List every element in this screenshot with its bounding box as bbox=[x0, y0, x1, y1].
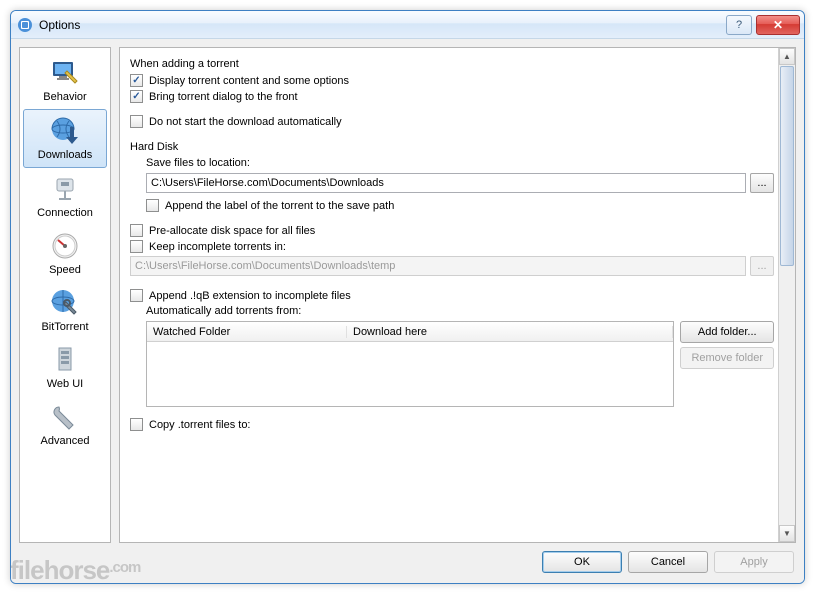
cancel-button[interactable]: Cancel bbox=[628, 551, 708, 573]
checkbox-display-content[interactable]: ✓ bbox=[130, 74, 143, 87]
ok-button[interactable]: OK bbox=[542, 551, 622, 573]
label-display-content: Display torrent content and some options bbox=[149, 75, 349, 87]
scroll-up-icon[interactable]: ▲ bbox=[779, 48, 795, 65]
monitor-wrench-icon bbox=[49, 57, 81, 89]
sidebar-item-label: BitTorrent bbox=[41, 321, 88, 333]
sidebar-item-label: Web UI bbox=[47, 378, 83, 390]
globe-download-icon bbox=[49, 115, 81, 147]
checkbox-append-qb[interactable] bbox=[130, 289, 143, 302]
checkbox-do-not-start[interactable] bbox=[130, 115, 143, 128]
gauge-icon bbox=[49, 230, 81, 262]
add-folder-button[interactable]: Add folder... bbox=[680, 321, 774, 343]
help-button[interactable]: ? bbox=[726, 15, 752, 35]
sidebar-item-advanced[interactable]: Advanced bbox=[23, 396, 107, 453]
sidebar-item-webui[interactable]: Web UI bbox=[23, 339, 107, 396]
browse-incomplete-button: ... bbox=[750, 256, 774, 276]
sidebar-item-label: Downloads bbox=[38, 149, 92, 161]
label-do-not-start: Do not start the download automatically bbox=[149, 116, 342, 128]
sidebar-item-behavior[interactable]: Behavior bbox=[23, 52, 107, 109]
sidebar-item-bittorrent[interactable]: BitTorrent bbox=[23, 282, 107, 339]
label-copy-torrent: Copy .torrent files to: bbox=[149, 419, 251, 431]
client-area: Behavior Downloads bbox=[11, 39, 804, 583]
dialog-footer: OK Cancel Apply bbox=[19, 543, 796, 575]
globe-wrench-icon bbox=[49, 287, 81, 319]
watched-folders-table[interactable]: Watched Folder Download here bbox=[146, 321, 674, 407]
input-incomplete-path: C:\Users\FileHorse.com\Documents\Downloa… bbox=[130, 256, 746, 276]
sidebar-item-label: Behavior bbox=[43, 91, 86, 103]
content-panel: When adding a torrent ✓ Display torrent … bbox=[119, 47, 796, 543]
category-sidebar: Behavior Downloads bbox=[19, 47, 111, 543]
content-scrollbar[interactable]: ▲ ▼ bbox=[778, 48, 795, 542]
options-window: Options ? ✕ Behavi bbox=[10, 10, 805, 584]
label-keep-incomplete: Keep incomplete torrents in: bbox=[149, 241, 286, 253]
close-button[interactable]: ✕ bbox=[756, 15, 800, 35]
apply-button: Apply bbox=[714, 551, 794, 573]
checkbox-append-label[interactable] bbox=[146, 199, 159, 212]
window-title: Options bbox=[39, 18, 80, 32]
input-save-location[interactable]: C:\Users\FileHorse.com\Documents\Downloa… bbox=[146, 173, 746, 193]
scroll-down-icon[interactable]: ▼ bbox=[779, 525, 795, 542]
sidebar-item-speed[interactable]: Speed bbox=[23, 225, 107, 282]
wrench-icon bbox=[49, 401, 81, 433]
label-auto-add: Automatically add torrents from: bbox=[146, 305, 774, 317]
sidebar-item-label: Speed bbox=[49, 264, 81, 276]
checkbox-copy-torrent[interactable] bbox=[130, 418, 143, 431]
checkbox-keep-incomplete[interactable] bbox=[130, 240, 143, 253]
label-preallocate: Pre-allocate disk space for all files bbox=[149, 225, 315, 237]
column-download-here[interactable]: Download here bbox=[347, 326, 673, 338]
app-icon bbox=[17, 17, 33, 33]
checkbox-bring-front[interactable]: ✓ bbox=[130, 90, 143, 103]
sidebar-item-label: Advanced bbox=[41, 435, 90, 447]
browse-save-location-button[interactable]: ... bbox=[750, 173, 774, 193]
titlebar: Options ? ✕ bbox=[11, 11, 804, 39]
sidebar-item-label: Connection bbox=[37, 207, 93, 219]
label-bring-front: Bring torrent dialog to the front bbox=[149, 91, 298, 103]
remove-folder-button: Remove folder bbox=[680, 347, 774, 369]
group-when-adding: When adding a torrent bbox=[130, 58, 774, 70]
server-rack-icon bbox=[49, 344, 81, 376]
network-plug-icon bbox=[49, 173, 81, 205]
label-save-location: Save files to location: bbox=[146, 157, 774, 169]
group-hard-disk: Hard Disk bbox=[130, 141, 774, 153]
sidebar-item-connection[interactable]: Connection bbox=[23, 168, 107, 225]
label-append-qb: Append .!qB extension to incomplete file… bbox=[149, 290, 351, 302]
scroll-thumb[interactable] bbox=[780, 66, 794, 266]
column-watched-folder[interactable]: Watched Folder bbox=[147, 326, 347, 338]
checkbox-preallocate[interactable] bbox=[130, 224, 143, 237]
label-append-label: Append the label of the torrent to the s… bbox=[165, 200, 394, 212]
sidebar-item-downloads[interactable]: Downloads bbox=[23, 109, 107, 168]
